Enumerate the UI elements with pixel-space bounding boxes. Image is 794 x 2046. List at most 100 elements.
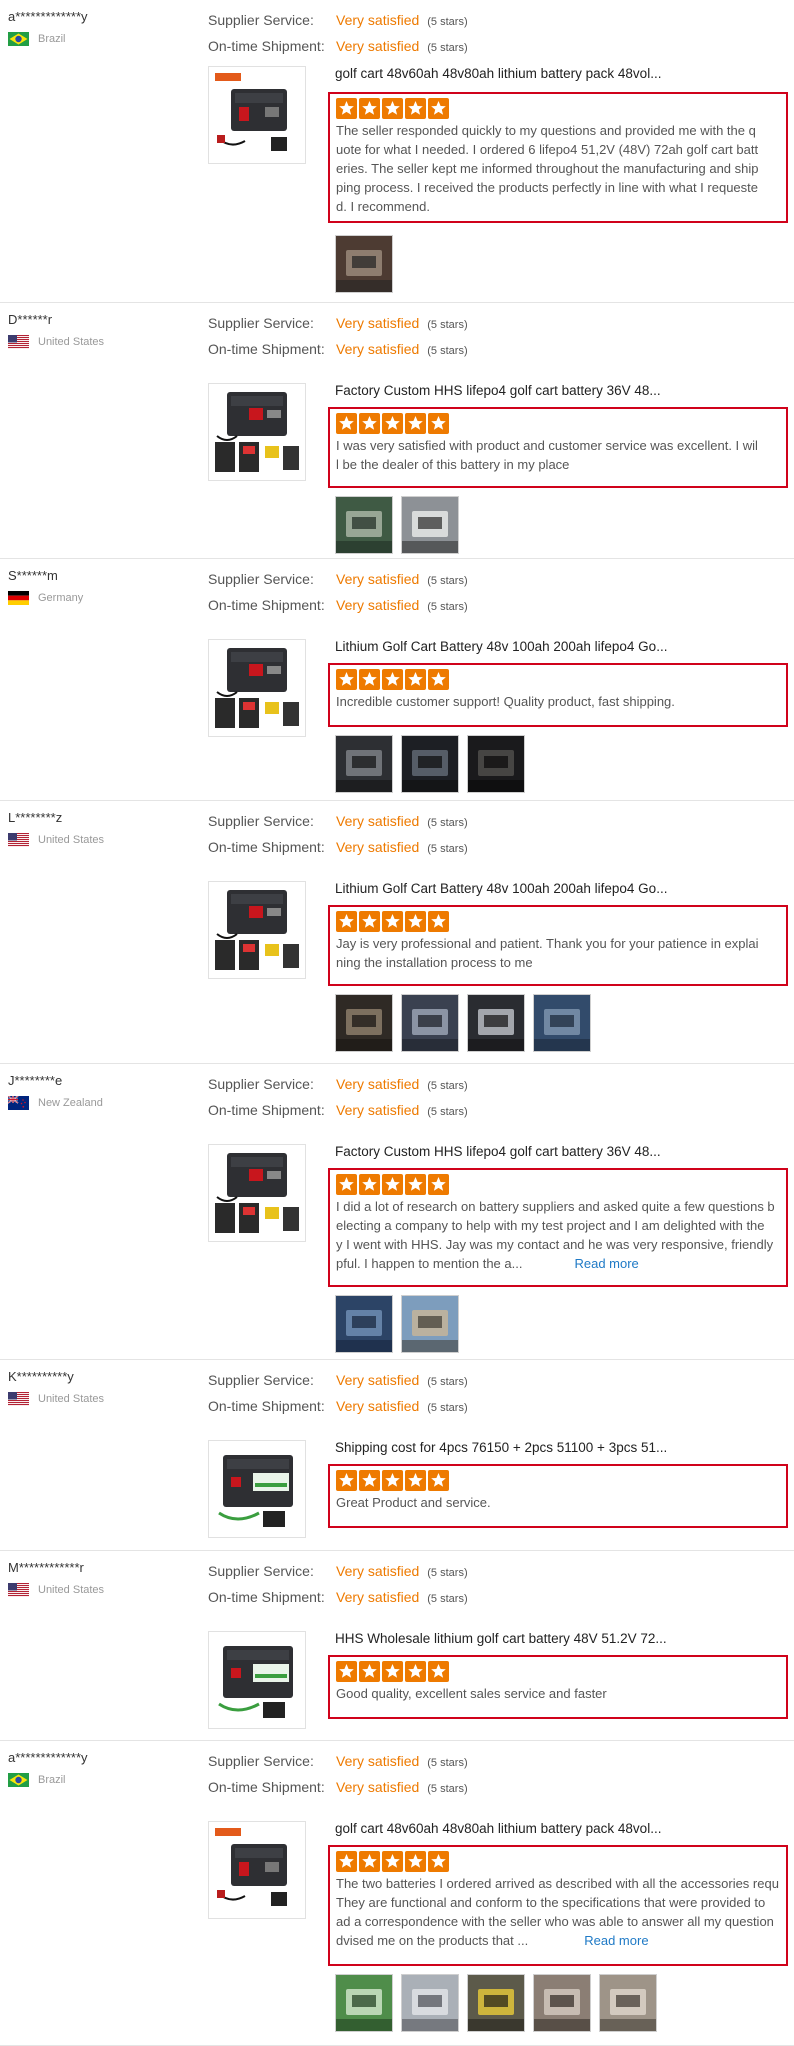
star-icon <box>405 1851 426 1872</box>
reviewer-country: United States <box>8 833 104 847</box>
review-highlight-box: The seller responded quickly to my quest… <box>328 92 788 223</box>
on-time-shipment-label: On-time Shipment: <box>208 1398 325 1414</box>
review-photo[interactable] <box>533 994 591 1052</box>
read-more-link[interactable]: Read more <box>584 1933 648 1948</box>
reviewer-country: Brazil <box>8 1773 66 1787</box>
product-thumbnail[interactable] <box>208 881 306 979</box>
country-name: United States <box>38 1393 105 1405</box>
on-time-shipment-label: On-time Shipment: <box>208 341 325 357</box>
on-time-shipment-stars: (5 stars) <box>427 1402 468 1414</box>
review-photo[interactable] <box>533 1974 591 2032</box>
on-time-shipment-row: On-time Shipment: Very satisfied (5 stars) <box>208 337 468 363</box>
brazil-flag-icon <box>8 1773 29 1787</box>
on-time-shipment-label: On-time Shipment: <box>208 1779 325 1795</box>
review-highlight-box: Incredible customer support! Quality pro… <box>328 663 788 727</box>
product-title-link[interactable]: Factory Custom HHS lifepo4 golf cart bat… <box>335 383 661 398</box>
on-time-shipment-stars: (5 stars) <box>427 1106 468 1118</box>
star-icon <box>382 98 403 119</box>
supplier-service-stars: (5 stars) <box>427 817 468 829</box>
review-photo[interactable] <box>401 994 459 1052</box>
review-photo[interactable] <box>335 235 393 293</box>
star-icon <box>359 1661 380 1682</box>
review-photo[interactable] <box>335 994 393 1052</box>
star-rating <box>336 1470 780 1491</box>
star-icon <box>336 413 357 434</box>
product-title-link[interactable]: Factory Custom HHS lifepo4 golf cart bat… <box>335 1144 661 1159</box>
supplier-service-stars: (5 stars) <box>427 1080 468 1092</box>
product-thumbnail[interactable] <box>208 1440 306 1538</box>
review-text-fragment: pful. I happen to mention the a... <box>336 1256 523 1271</box>
review-text-line: I did a lot of research on battery suppl… <box>336 1199 775 1214</box>
star-icon <box>428 98 449 119</box>
product-title-link[interactable]: HHS Wholesale lithium golf cart battery … <box>335 1631 667 1646</box>
star-icon <box>405 1174 426 1195</box>
supplier-service-value: Very satisfied <box>336 1076 420 1092</box>
product-title-link[interactable]: Lithium Golf Cart Battery 48v 100ah 200a… <box>335 639 667 654</box>
product-title-link[interactable]: Lithium Golf Cart Battery 48v 100ah 200a… <box>335 881 667 896</box>
reviewer-country: New Zealand <box>8 1096 103 1110</box>
reviewer-country: United States <box>8 1583 104 1597</box>
product-thumbnail[interactable] <box>208 1144 306 1242</box>
review-photo[interactable] <box>599 1974 657 2032</box>
country-name: United States <box>38 1584 105 1596</box>
review-photo[interactable] <box>467 735 525 793</box>
review-photo[interactable] <box>401 496 459 554</box>
review-photos <box>335 735 525 793</box>
star-icon <box>382 669 403 690</box>
review-photo[interactable] <box>335 735 393 793</box>
product-thumbnail[interactable] <box>208 66 306 164</box>
on-time-shipment-value: Very satisfied <box>336 1398 420 1414</box>
review-photo[interactable] <box>335 1295 393 1353</box>
review-photo[interactable] <box>467 994 525 1052</box>
on-time-shipment-stars: (5 stars) <box>427 843 468 855</box>
review-photo[interactable] <box>335 1974 393 2032</box>
reviewer-name: J********e <box>8 1073 63 1088</box>
review-text-line: y I went with HHS. Jay was my contact an… <box>336 1237 774 1252</box>
supplier-service-value: Very satisfied <box>336 1563 420 1579</box>
product-title-link[interactable]: Shipping cost for 4pcs 76150 + 2pcs 5110… <box>335 1440 667 1455</box>
star-icon <box>428 413 449 434</box>
supplier-service-stars: (5 stars) <box>427 575 468 587</box>
star-icon <box>382 911 403 932</box>
supplier-service-stars: (5 stars) <box>427 1376 468 1388</box>
product-thumbnail[interactable] <box>208 1631 306 1729</box>
star-icon <box>359 413 380 434</box>
product-thumbnail[interactable] <box>208 383 306 481</box>
review-photo[interactable] <box>335 496 393 554</box>
review-text-fragment: dvised me on the products that ... <box>336 1933 529 1948</box>
read-more-link[interactable]: Read more <box>574 1256 638 1271</box>
star-icon <box>359 1470 380 1491</box>
star-icon <box>405 413 426 434</box>
review-photos <box>335 1974 657 2032</box>
country-name: Brazil <box>38 33 66 45</box>
product-title-link[interactable]: golf cart 48v60ah 48v80ah lithium batter… <box>335 66 661 81</box>
review-photos <box>335 235 393 293</box>
review-photo[interactable] <box>467 1974 525 2032</box>
star-icon <box>428 669 449 690</box>
star-icon <box>336 911 357 932</box>
star-icon <box>359 669 380 690</box>
star-rating <box>336 98 780 119</box>
star-icon <box>359 1851 380 1872</box>
review-photo[interactable] <box>401 735 459 793</box>
review-card: J********e New Zealand Supplier Service: Ve… <box>0 1064 794 1360</box>
star-icon <box>336 98 357 119</box>
product-title-link[interactable]: golf cart 48v60ah 48v80ah lithium batter… <box>335 1821 661 1836</box>
star-icon <box>336 1851 357 1872</box>
ratings-block: Supplier Service: Very satisfied (5 stars)… <box>208 567 468 619</box>
product-thumbnail[interactable] <box>208 639 306 737</box>
ratings-block: Supplier Service: Very satisfied (5 stars)… <box>208 1749 468 1801</box>
star-icon <box>359 1174 380 1195</box>
review-text-line: eries. The seller kept me informed throu… <box>336 161 759 176</box>
review-text-line: Incredible customer support! Quality pro… <box>336 694 675 709</box>
review-photo[interactable] <box>401 1974 459 2032</box>
review-text-line: uote for what I needed. I ordered 6 life… <box>336 142 759 157</box>
germany-flag-icon <box>8 591 29 605</box>
supplier-service-row: Supplier Service: Very satisfied (5 stars) <box>208 1749 468 1775</box>
product-thumbnail[interactable] <box>208 1821 306 1919</box>
star-icon <box>428 911 449 932</box>
supplier-service-value: Very satisfied <box>336 315 420 331</box>
supplier-service-stars: (5 stars) <box>427 16 468 28</box>
review-photo[interactable] <box>401 1295 459 1353</box>
review-photos <box>335 496 459 554</box>
